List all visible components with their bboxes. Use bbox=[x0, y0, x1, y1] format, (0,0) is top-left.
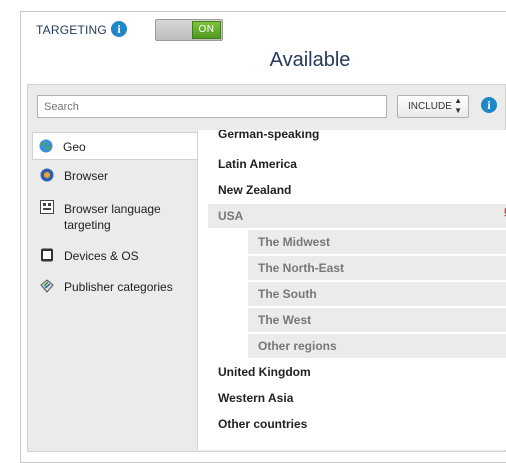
sidebar-item-geo[interactable]: Geo bbox=[32, 132, 200, 160]
language-icon bbox=[40, 200, 54, 214]
sidebar-item-browser-language[interactable]: Browser language targeting bbox=[34, 198, 204, 234]
sidebar-item-label: Browser language targeting bbox=[64, 202, 161, 232]
sidebar-item-publisher-categories[interactable]: Publisher categories bbox=[34, 277, 204, 299]
sidebar-item-browser[interactable]: Browser bbox=[34, 166, 204, 188]
category-icon bbox=[40, 279, 54, 293]
list-item-label: German-speaking bbox=[218, 130, 320, 141]
list-item[interactable]: Latin America bbox=[198, 152, 506, 176]
list-item-label: Other countries bbox=[218, 417, 308, 431]
list-item-label: United Kingdom bbox=[218, 365, 311, 379]
sidebar-item-label: Devices & OS bbox=[64, 249, 139, 263]
geo-list: German-speaking Latin America New Zealan… bbox=[197, 130, 506, 450]
select-arrows-icon: ▲ ▼ bbox=[454, 96, 462, 115]
sidebar-item-devices-os[interactable]: Devices & OS bbox=[34, 246, 204, 268]
sub-list-item[interactable]: The North-East bbox=[248, 256, 506, 280]
sub-list-item[interactable]: The South bbox=[248, 282, 506, 306]
targeting-label: TARGETING bbox=[36, 23, 107, 37]
list-item-label: Western Asia bbox=[218, 391, 294, 405]
toggle-on-label: ON bbox=[192, 21, 221, 39]
sub-list-item-label: The South bbox=[258, 287, 317, 301]
sub-list-item-label: Other regions bbox=[258, 339, 337, 353]
sub-list-item-label: The West bbox=[258, 313, 312, 327]
list-item[interactable]: United Kingdom bbox=[198, 360, 506, 384]
category-sidebar: Geo Browser Browser language targeting D… bbox=[28, 130, 200, 450]
sidebar-item-label: Browser bbox=[64, 169, 109, 183]
list-item-label: Latin America bbox=[218, 157, 297, 171]
sidebar-item-label: Publisher categories bbox=[64, 280, 173, 294]
list-item-selected[interactable]: USA § bbox=[208, 204, 506, 228]
sub-list-item[interactable]: Other regions bbox=[248, 334, 506, 358]
available-title: Available bbox=[269, 49, 351, 71]
info-icon[interactable]: i bbox=[481, 97, 497, 113]
globe-icon bbox=[39, 139, 53, 153]
list-item[interactable]: German-speaking bbox=[198, 130, 506, 146]
list-item-label: New Zealand bbox=[218, 183, 292, 197]
list-item-label: USA bbox=[218, 209, 244, 223]
sub-list-item[interactable]: The West bbox=[248, 308, 506, 332]
include-exclude-select[interactable]: INCLUDE ▲ ▼ bbox=[397, 95, 469, 118]
info-icon[interactable]: i bbox=[111, 21, 127, 37]
sub-list-item[interactable]: The Midwest bbox=[248, 230, 506, 254]
browser-icon bbox=[40, 168, 54, 182]
list-item[interactable]: Other countries bbox=[198, 412, 506, 436]
sidebar-item-label: Geo bbox=[63, 140, 86, 154]
search-input[interactable] bbox=[37, 95, 387, 118]
device-icon bbox=[41, 248, 53, 262]
sub-list-item-label: The Midwest bbox=[258, 235, 331, 249]
list-item[interactable]: New Zealand bbox=[198, 178, 506, 202]
include-select-value: INCLUDE bbox=[408, 101, 452, 112]
list-item[interactable]: Western Asia bbox=[198, 386, 506, 410]
sub-list-item-label: The North-East bbox=[258, 261, 345, 275]
targeting-toggle[interactable]: ON bbox=[155, 19, 223, 41]
